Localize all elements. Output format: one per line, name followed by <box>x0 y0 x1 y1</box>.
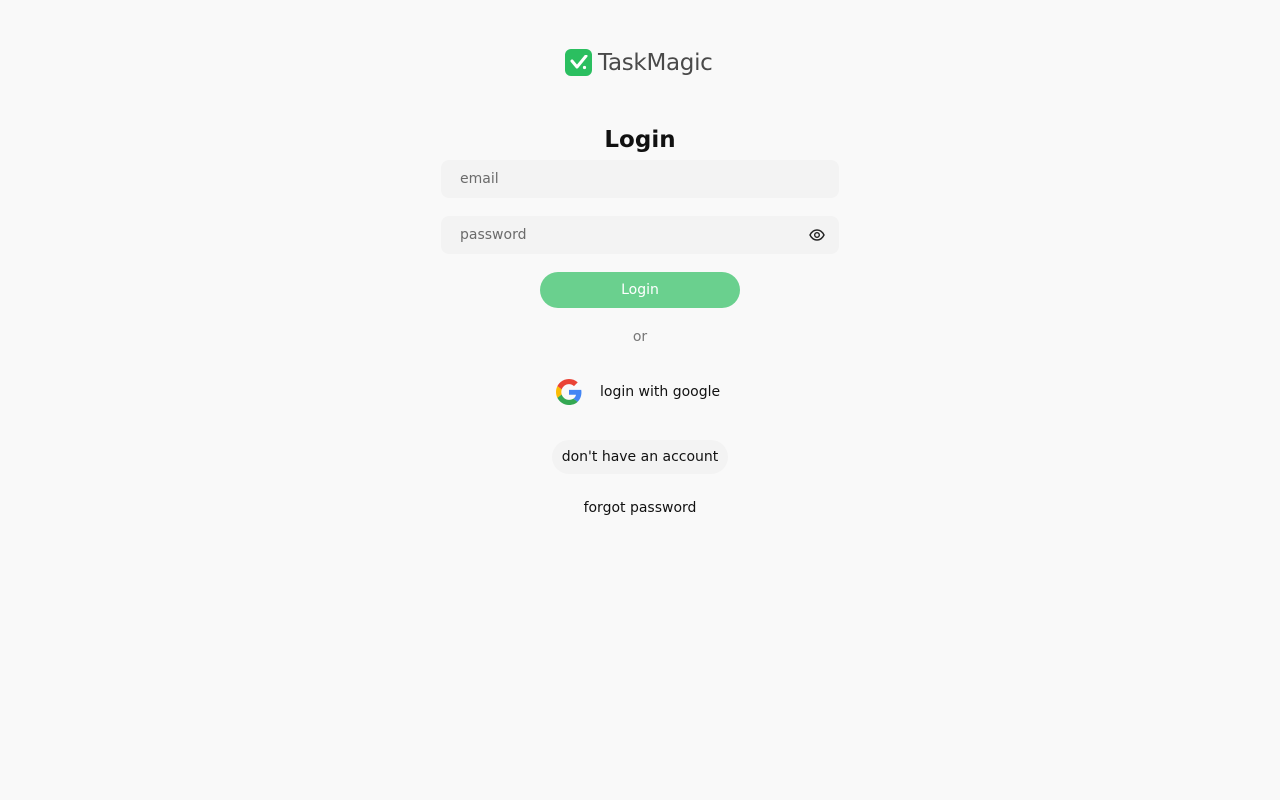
signup-link[interactable]: don't have an account <box>552 440 728 474</box>
login-button[interactable]: Login <box>540 272 740 308</box>
brand-logo: TaskMagic <box>565 49 713 76</box>
password-field-wrapper <box>441 216 839 254</box>
google-icon <box>556 379 582 405</box>
email-field[interactable] <box>441 160 839 198</box>
page-title: Login <box>604 127 676 153</box>
password-field[interactable] <box>441 216 839 254</box>
email-field-wrapper <box>441 160 839 198</box>
or-divider: or <box>632 329 648 345</box>
eye-icon[interactable] <box>809 227 825 243</box>
google-label: login with google <box>600 384 721 400</box>
login-with-google-button[interactable]: login with google <box>552 374 728 410</box>
check-icon <box>565 49 592 76</box>
brand-name: TaskMagic <box>598 49 713 76</box>
forgot-password-link[interactable]: forgot password <box>0 500 1280 516</box>
